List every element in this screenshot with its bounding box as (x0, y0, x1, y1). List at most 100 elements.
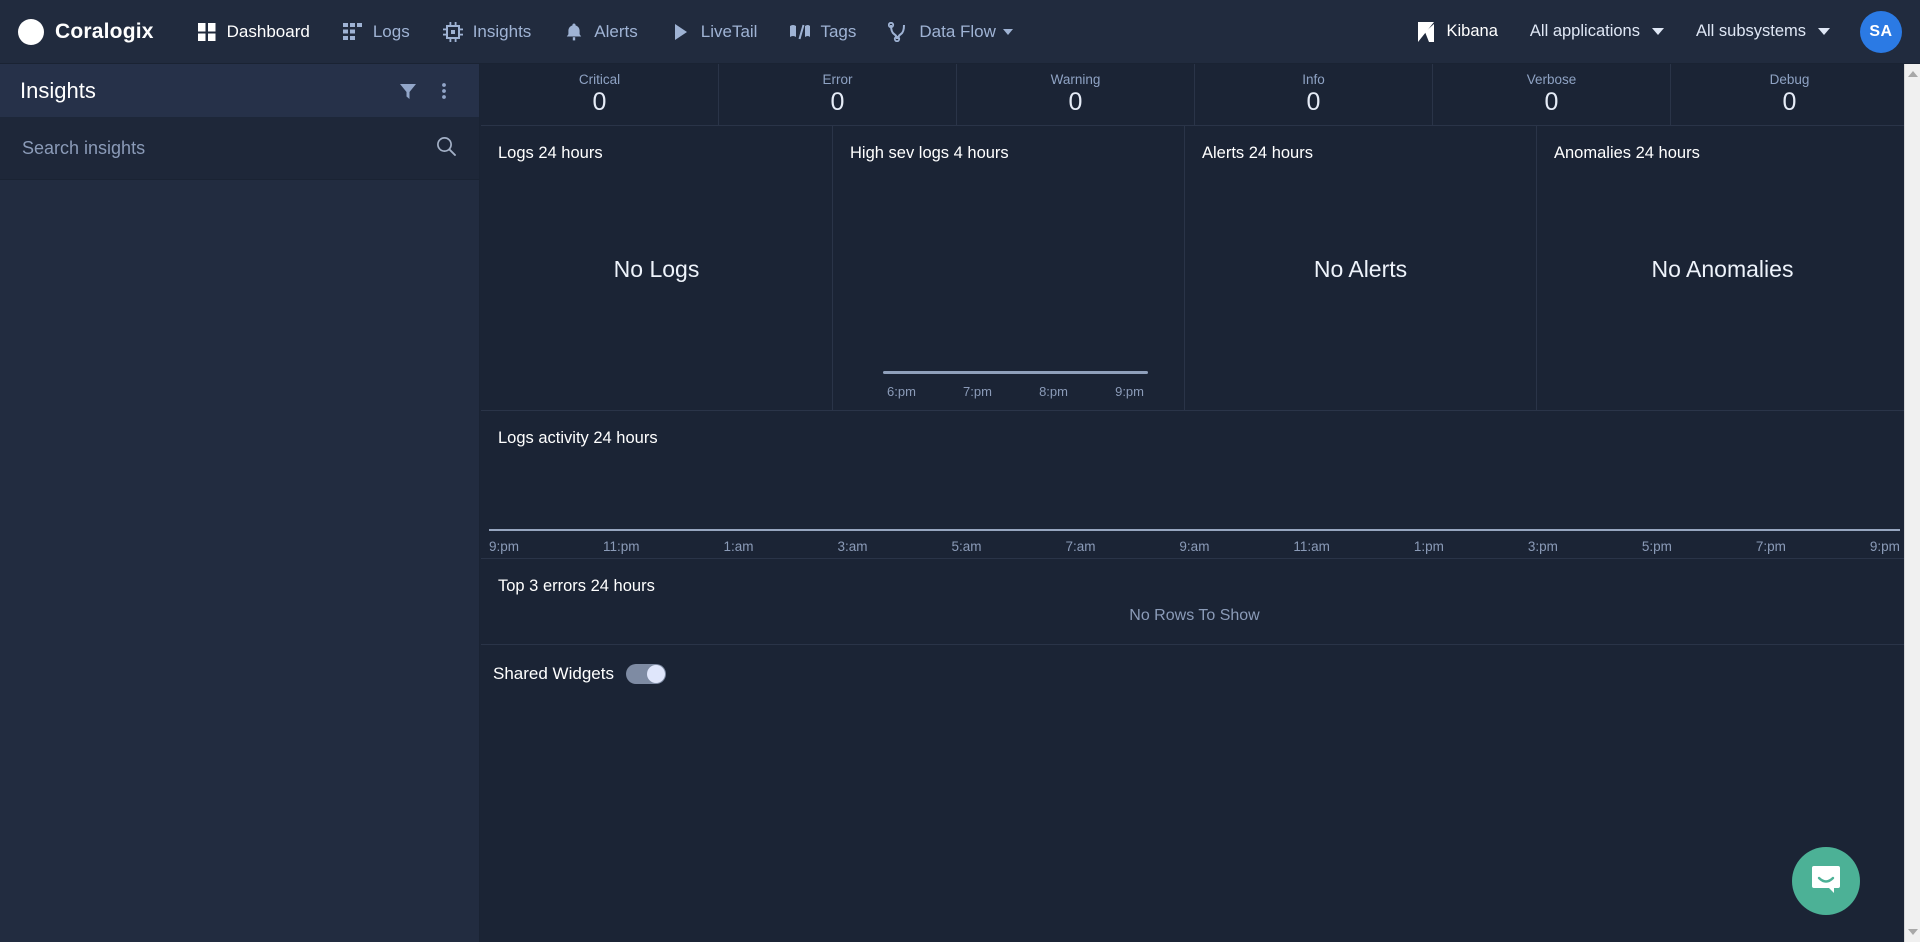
axis-tick: 1:am (723, 539, 754, 554)
nav-label-tags: Tags (820, 21, 857, 41)
axis-tick: 1:pm (1413, 539, 1444, 554)
axis-tick: 6:pm (887, 384, 916, 399)
activity-axis-line (489, 529, 1900, 531)
tags-icon (789, 21, 811, 43)
severity-label: Warning (1050, 71, 1101, 87)
widget-title: Logs activity 24 hours (498, 429, 658, 447)
severity-cell-debug[interactable]: Debug 0 (1671, 64, 1908, 125)
intercom-chat-button[interactable] (1792, 847, 1860, 915)
sidebar-header: Insights (0, 64, 479, 118)
nav-label-logs: Logs (372, 21, 410, 41)
axis-tick: 9:pm (1869, 539, 1900, 554)
severity-value: 0 (1068, 87, 1083, 116)
coralogix-logo-icon (18, 18, 44, 45)
nav-item-dashboard[interactable]: Dashboard (180, 0, 326, 64)
severity-label: Info (1302, 71, 1325, 87)
applications-filter-label: All applications (1529, 22, 1640, 40)
shared-widgets-label: Shared Widgets (493, 664, 614, 683)
sidebar-title: Insights (20, 77, 96, 103)
scroll-up-arrow-icon[interactable] (1905, 66, 1920, 82)
main-dashboard: Critical 0 Error 0 Warning 0 Info 0 Verb… (481, 64, 1908, 942)
severity-cell-warning[interactable]: Warning 0 (957, 64, 1195, 125)
severity-label: Error (822, 71, 853, 87)
nav-label-insights: Insights (472, 21, 532, 41)
widget-anomalies-24-hours[interactable]: Anomalies 24 hours No Anomalies (1537, 126, 1908, 410)
no-rows-message: No Rows To Show (1129, 607, 1260, 624)
scroll-down-arrow-icon[interactable] (1905, 924, 1920, 940)
play-icon (670, 21, 692, 43)
chevron-down-icon (1651, 28, 1664, 35)
page-scrollbar[interactable] (1904, 64, 1920, 942)
severity-cell-critical[interactable]: Critical 0 (481, 64, 719, 125)
severity-cell-info[interactable]: Info 0 (1195, 64, 1433, 125)
nav-item-kibana[interactable]: Kibana (1400, 0, 1514, 64)
toggle-knob (646, 665, 665, 683)
nav-item-insights[interactable]: Insights (426, 0, 548, 64)
brand-logo[interactable]: Coralogix (18, 18, 154, 45)
nav-item-tags[interactable]: Tags (773, 0, 872, 64)
widget-alerts-24-hours[interactable]: Alerts 24 hours No Alerts (1185, 126, 1537, 410)
nav-item-dataflow[interactable]: Data Flow (872, 0, 1029, 64)
dataflow-icon (888, 21, 910, 43)
severity-label: Critical (578, 71, 621, 87)
applications-filter-dropdown[interactable]: All applications (1514, 0, 1680, 64)
axis-tick: 11:pm (602, 539, 640, 554)
subsystems-filter-dropdown[interactable]: All subsystems (1680, 0, 1846, 64)
severity-cell-verbose[interactable]: Verbose 0 (1433, 64, 1671, 125)
chat-bubble-icon (1809, 862, 1843, 901)
severity-label: Debug (1769, 71, 1810, 87)
nav-item-logs[interactable]: Logs (326, 0, 426, 64)
axis-tick: 3:pm (1527, 539, 1558, 554)
nav-item-alerts[interactable]: Alerts (547, 0, 653, 64)
high-sev-chart-axis: 6:pm 7:pm 8:pm 9:pm (883, 371, 1148, 399)
axis-tick: 7:pm (1755, 539, 1786, 554)
more-vertical-icon[interactable] (429, 76, 459, 106)
kibana-icon (1416, 21, 1438, 43)
nav-item-livetail[interactable]: LiveTail (654, 0, 774, 64)
grid-icon (196, 21, 218, 43)
axis-tick: 7:am (1065, 539, 1096, 554)
chevron-down-icon (1002, 28, 1013, 35)
axis-line (883, 371, 1148, 374)
widget-logs-activity-24-hours[interactable]: Logs activity 24 hours 9:pm 11:pm 1:am 3… (481, 411, 1908, 559)
severity-value: 0 (592, 87, 607, 116)
axis-tick: 5:am (951, 539, 982, 554)
severity-value: 0 (1544, 87, 1559, 116)
widget-row-top: Logs 24 hours No Logs High sev logs 4 ho… (481, 126, 1908, 411)
severity-value: 0 (830, 87, 845, 116)
navbar-right-group: Kibana All applications All subsystems S… (1400, 0, 1920, 64)
widget-top-3-errors-24-hours[interactable]: Top 3 errors 24 hours No Rows To Show (481, 559, 1908, 645)
nav-label-livetail: LiveTail (700, 21, 758, 41)
axis-tick: 5:pm (1641, 539, 1672, 554)
widget-title: Top 3 errors 24 hours (498, 577, 655, 595)
widget-empty-message: No Logs (613, 256, 700, 282)
avatar[interactable]: SA (1860, 10, 1902, 53)
subsystems-filter-label: All subsystems (1695, 22, 1806, 40)
widget-high-sev-logs-4-hours[interactable]: High sev logs 4 hours 6:pm 7:pm 8:pm 9:p… (833, 126, 1185, 410)
shared-widgets-row: Shared Widgets (481, 645, 1908, 703)
widget-title: Anomalies 24 hours (1554, 144, 1700, 162)
severity-cell-error[interactable]: Error 0 (719, 64, 957, 125)
shared-widgets-toggle[interactable] (625, 664, 666, 684)
search-icon[interactable] (435, 135, 457, 162)
axis-tick: 11:am (1293, 539, 1330, 554)
axis-tick: 8:pm (1039, 384, 1068, 399)
chevron-down-icon (1818, 28, 1830, 35)
bell-icon (563, 21, 585, 43)
severity-label: Verbose (1526, 71, 1577, 87)
axis-tick: 7:pm (963, 384, 992, 399)
axis-tick: 9:pm (489, 539, 520, 554)
nav-label-dataflow: Data Flow (919, 21, 996, 41)
severity-value: 0 (1306, 87, 1321, 116)
logs-icon (342, 21, 364, 43)
insights-sidebar: Insights (0, 64, 480, 942)
widget-title: Alerts 24 hours (1202, 144, 1313, 162)
severity-summary-strip: Critical 0 Error 0 Warning 0 Info 0 Verb… (481, 64, 1908, 126)
axis-tick: 9:pm (1115, 384, 1144, 399)
search-input[interactable] (22, 138, 435, 159)
widget-logs-24-hours[interactable]: Logs 24 hours No Logs (481, 126, 833, 410)
top-navbar: Coralogix Dashboard Logs Insights Alerts… (0, 0, 1920, 64)
axis-tick: 9:am (1179, 539, 1210, 554)
filter-icon[interactable] (393, 76, 423, 106)
severity-value: 0 (1782, 87, 1797, 116)
